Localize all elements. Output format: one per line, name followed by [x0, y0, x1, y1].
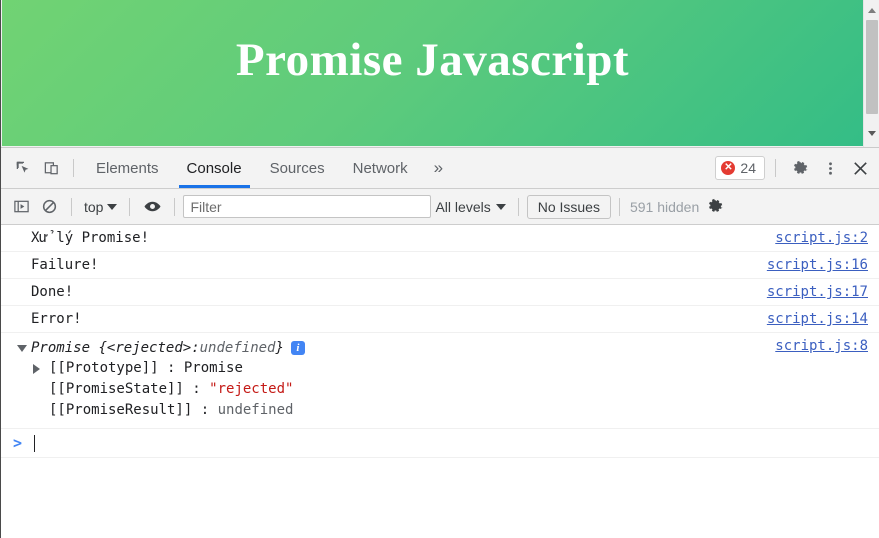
kebab-menu-icon[interactable] [816, 154, 844, 182]
browser-window: Promise Javascript Elements Console Sour… [0, 0, 879, 538]
object-property-row[interactable]: [[PromiseResult]] : undefined [31, 400, 872, 421]
tab-console[interactable]: Console [173, 148, 256, 188]
console-message-row[interactable]: Done! script.js:17 [1, 279, 879, 306]
object-brace-close: } [275, 340, 284, 356]
no-issues-button[interactable]: No Issues [526, 194, 611, 219]
console-message-text: Done! [31, 284, 74, 300]
console-settings-gear-icon[interactable] [701, 193, 729, 221]
execution-context-selector[interactable]: top [80, 199, 121, 215]
scroll-up-arrow-icon[interactable] [864, 2, 879, 18]
page-hero-banner: Promise Javascript [2, 0, 863, 146]
page-vertical-scrollbar[interactable] [863, 0, 879, 147]
scrollbar-thumb[interactable] [866, 20, 878, 114]
toggle-device-toolbar-icon[interactable] [37, 154, 65, 182]
property-separator: : [192, 381, 210, 397]
log-level-selector[interactable]: All levels [431, 199, 509, 215]
tabbar-right-actions: ✕ 24 [715, 154, 874, 182]
filterbar-divider-4 [517, 197, 519, 216]
console-message-source-link[interactable]: script.js:2 [775, 230, 868, 246]
live-expression-eye-icon[interactable] [138, 193, 166, 221]
log-level-label: All levels [435, 198, 491, 215]
devtools-tab-list: Elements Console Sources Network » [82, 148, 455, 188]
close-icon[interactable] [846, 154, 874, 182]
console-filter-bar: top All levels No Issues 591 hidden [1, 189, 879, 225]
property-key: [[PromiseState]] [49, 381, 184, 397]
console-sidebar-icon[interactable] [7, 193, 35, 221]
execution-context-label: top [84, 198, 104, 215]
property-separator: : [167, 360, 184, 376]
property-value: undefined [217, 402, 294, 418]
filter-input[interactable] [183, 195, 432, 218]
scroll-down-arrow-icon[interactable] [864, 125, 879, 141]
tab-elements[interactable]: Elements [82, 148, 173, 188]
object-property-row[interactable]: [[Prototype]] : Promise [31, 358, 872, 379]
console-message-row[interactable]: Error! script.js:14 [1, 306, 879, 333]
console-message-row[interactable]: Failure! script.js:16 [1, 252, 879, 279]
console-message-row[interactable]: Xử lý Promise! script.js:2 [1, 225, 879, 252]
error-count-label: 24 [740, 160, 756, 176]
devtools-panel: Elements Console Sources Network » ✕ 24 [1, 147, 879, 538]
console-message-text: Error! [31, 311, 82, 327]
gear-icon[interactable] [786, 154, 814, 182]
chevron-down-icon [107, 203, 118, 210]
expand-triangle-icon[interactable] [33, 364, 40, 374]
object-class-name: Promise [31, 340, 91, 356]
more-tabs-chevron-icon[interactable]: » [422, 148, 455, 188]
property-key: [[Prototype]] [49, 360, 159, 376]
devtools-tabbar: Elements Console Sources Network » ✕ 24 [1, 148, 879, 189]
console-message-text: Failure! [31, 257, 99, 273]
page-title: Promise Javascript [235, 34, 630, 86]
web-page-viewport: Promise Javascript [1, 0, 879, 147]
inspect-element-icon[interactable] [9, 154, 37, 182]
info-badge-icon[interactable]: i [290, 341, 305, 355]
object-property-row[interactable]: [[PromiseState]] : "rejected" [31, 379, 872, 400]
property-separator: : [200, 402, 218, 418]
filterbar-divider [71, 197, 72, 216]
tab-sources[interactable]: Sources [256, 148, 339, 188]
object-preview-header[interactable]: Promise { <rejected> : undefined } i [17, 338, 872, 358]
object-brace-open: { [98, 340, 107, 356]
filterbar-divider-3 [174, 197, 176, 216]
console-message-text: Xử lý Promise! [31, 230, 150, 246]
filterbar-divider-2 [129, 197, 131, 216]
console-prompt-icon: > [13, 434, 23, 452]
collapse-triangle-icon[interactable] [17, 344, 27, 352]
error-circle-icon: ✕ [721, 161, 736, 175]
property-value: Promise [183, 360, 243, 376]
console-object-row[interactable]: script.js:8 Promise { <rejected> : undef… [1, 333, 879, 429]
error-count-badge[interactable]: ✕ 24 [715, 156, 765, 180]
console-message-source-link[interactable]: script.js:16 [767, 257, 868, 273]
console-message-source-link[interactable]: script.js:8 [775, 338, 868, 354]
hidden-messages-label: 591 hidden [629, 198, 700, 215]
clear-console-icon[interactable] [35, 193, 63, 221]
chevron-down-icon [495, 203, 506, 210]
console-message-source-link[interactable]: script.js:17 [767, 284, 868, 300]
text-cursor [34, 434, 36, 452]
tabbar-divider [775, 159, 776, 177]
object-colon: : [191, 340, 200, 356]
property-key: [[PromiseResult]] [49, 402, 193, 418]
property-value: "rejected" [209, 381, 294, 397]
console-message-source-link[interactable]: script.js:14 [767, 311, 868, 327]
console-prompt-row[interactable]: > [1, 429, 879, 458]
console-message-list[interactable]: Xử lý Promise! script.js:2 Failure! scri… [1, 225, 879, 538]
filterbar-divider-5 [618, 197, 620, 216]
tab-network[interactable]: Network [339, 148, 422, 188]
object-state-key: <rejected> [106, 340, 192, 356]
object-state-value: undefined [199, 340, 276, 356]
toolbar-divider [73, 159, 74, 177]
